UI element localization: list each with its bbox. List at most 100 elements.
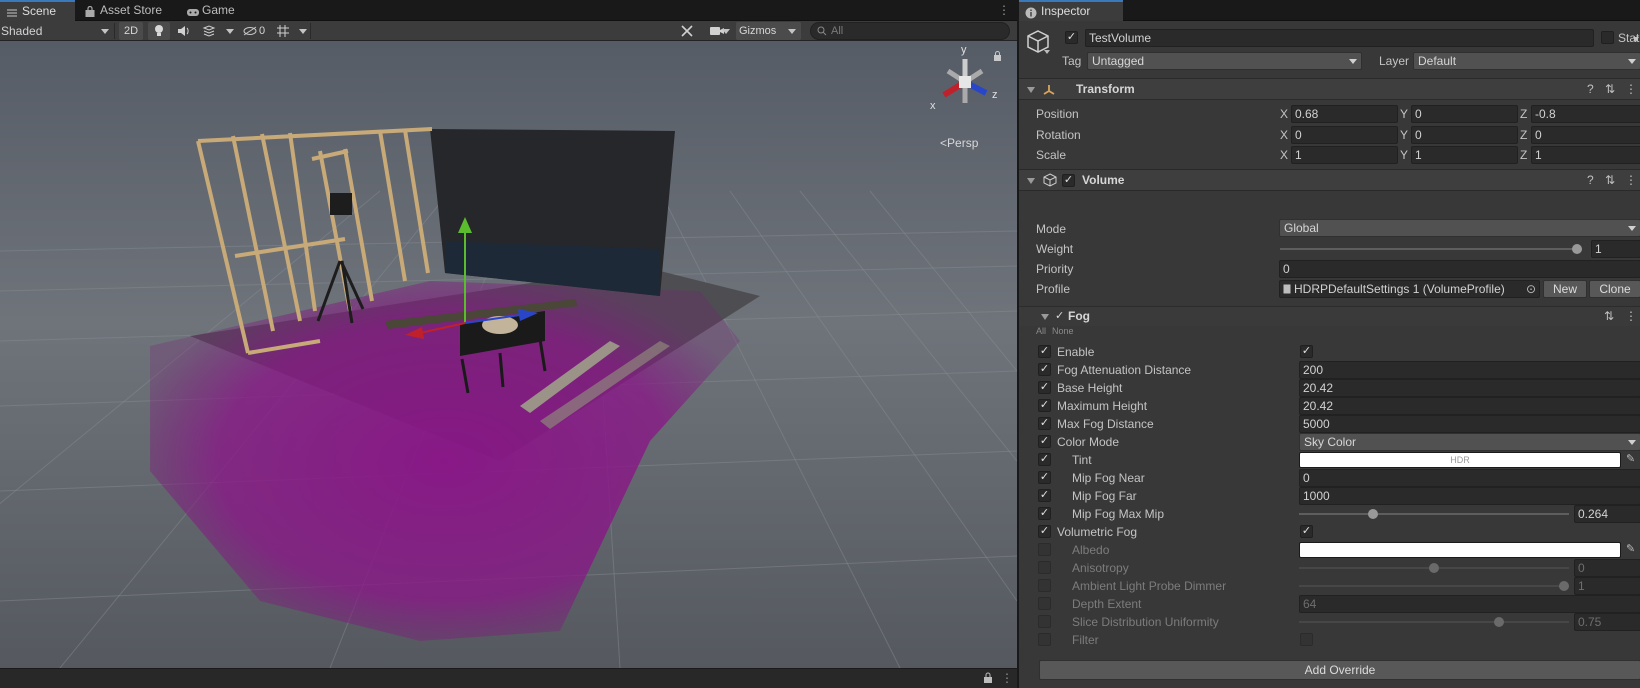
axis-y-label[interactable]: Y (1400, 148, 1408, 162)
axis-x-label[interactable]: X (1280, 107, 1288, 121)
shading-mode-dropdown[interactable]: Shaded (1, 21, 111, 41)
static-dropdown-chevron-icon[interactable] (1633, 37, 1639, 42)
max-fog-distance-input[interactable]: 5000 (1299, 415, 1640, 433)
weight-slider-track[interactable] (1280, 248, 1582, 250)
eyedropper-icon[interactable]: ✎ (1626, 452, 1635, 465)
override-checkbox-base-height[interactable]: ✓ (1038, 381, 1051, 394)
audio-toggle-button[interactable] (173, 22, 195, 40)
layer-dropdown[interactable]: Default (1413, 52, 1640, 70)
help-icon[interactable]: ? (1587, 82, 1594, 96)
footer-lock-icon[interactable] (983, 672, 993, 686)
weight-slider-thumb[interactable] (1572, 244, 1582, 254)
effects-toggle-button[interactable] (198, 22, 220, 40)
mip-fog-max-mip-slider-track[interactable] (1299, 513, 1569, 515)
effects-dropdown-chevron-icon[interactable] (226, 29, 234, 34)
presets-sliders-icon[interactable]: ⇅ (1605, 173, 1615, 187)
override-checkbox-albedo[interactable] (1038, 543, 1051, 556)
tools-button[interactable] (676, 22, 698, 40)
override-checkbox-anisotropy[interactable] (1038, 561, 1051, 574)
foldout-arrow-icon[interactable] (1041, 314, 1049, 320)
priority-input[interactable]: 0 (1279, 260, 1640, 278)
slice-distribution-uniformity-slider-thumb[interactable] (1494, 617, 1504, 627)
component-kebab-menu-icon[interactable]: ⋮ (1625, 82, 1637, 96)
static-checkbox[interactable] (1601, 31, 1614, 44)
scene-viewport[interactable]: y x z <Persp (0, 41, 1017, 668)
override-checkbox-ambient-light-probe-dimmer[interactable] (1038, 579, 1051, 592)
mip-fog-near-input[interactable]: 0 (1299, 469, 1640, 487)
profile-object-field[interactable]: HDRPDefaultSettings 1 (VolumeProfile) ⊙ (1279, 280, 1540, 298)
gizmos-dropdown[interactable]: Gizmos (736, 22, 801, 40)
override-checkbox-fog-attenuation-distance[interactable]: ✓ (1038, 363, 1051, 376)
component-kebab-menu-icon[interactable]: ⋮ (1625, 173, 1637, 187)
fog-kebab-menu-icon[interactable]: ⋮ (1625, 309, 1637, 323)
override-checkbox-mip-fog-near[interactable]: ✓ (1038, 471, 1051, 484)
override-checkbox-slice-distribution-uniformity[interactable] (1038, 615, 1051, 628)
fog-presets-icon[interactable]: ⇅ (1604, 309, 1614, 323)
slice-distribution-uniformity-value-field[interactable]: 0.75 (1574, 613, 1640, 631)
rotation-z-input[interactable]: 0 (1531, 126, 1640, 144)
position-z-input[interactable]: -0.8 (1531, 105, 1640, 123)
add-override-button[interactable]: Add Override (1039, 660, 1640, 680)
eyedropper-icon[interactable]: ✎ (1626, 542, 1635, 555)
maximum-height-input[interactable]: 20.42 (1299, 397, 1640, 415)
scene-render[interactable] (0, 41, 1017, 668)
projection-toggle[interactable]: <Persp (940, 136, 978, 150)
2d-toggle-button[interactable]: 2D (119, 22, 143, 40)
gameobject-name-input[interactable]: TestVolume (1085, 29, 1594, 47)
override-none-link[interactable]: None (1052, 326, 1074, 336)
axis-z-label[interactable]: Z (1520, 128, 1527, 142)
volume-enabled-checkbox[interactable]: ✓ (1062, 174, 1075, 187)
footer-kebab-menu-icon[interactable]: ⋮ (1001, 671, 1013, 685)
gizmo-lock-icon[interactable] (993, 51, 1002, 61)
anisotropy-slider-thumb[interactable] (1429, 563, 1439, 573)
enable-value-checkbox[interactable]: ✓ (1300, 345, 1313, 358)
hidden-objects-toggle[interactable]: 0 (241, 22, 269, 40)
override-checkbox-mip-fog-far[interactable]: ✓ (1038, 489, 1051, 502)
fog-override-header[interactable]: ✓ Fog ⇅ ⋮ (1019, 306, 1640, 326)
mip-fog-max-mip-value-field[interactable]: 0.264 (1574, 505, 1640, 523)
override-checkbox-filter[interactable] (1038, 633, 1051, 646)
color-mode-dropdown[interactable]: Sky Color (1299, 433, 1640, 451)
gameobject-active-checkbox[interactable]: ✓ (1065, 31, 1078, 44)
ambient-light-probe-dimmer-value-field[interactable]: 1 (1574, 577, 1640, 595)
transform-component-header[interactable]: Transform ? ⇅ ⋮ (1019, 78, 1640, 100)
axis-y-label[interactable]: Y (1400, 107, 1408, 121)
override-all-link[interactable]: All (1036, 326, 1046, 336)
base-height-input[interactable]: 20.42 (1299, 379, 1640, 397)
override-checkbox-maximum-height[interactable]: ✓ (1038, 399, 1051, 412)
override-checkbox-tint[interactable]: ✓ (1038, 453, 1051, 466)
anisotropy-value-field[interactable]: 0 (1574, 559, 1640, 577)
albedo-color-field[interactable] (1299, 542, 1621, 558)
help-icon[interactable]: ? (1587, 173, 1594, 187)
tab-game[interactable]: Game (180, 0, 250, 21)
scene-kebab-menu-icon[interactable]: ⋮ (998, 4, 1010, 16)
override-checkbox-max-fog-distance[interactable]: ✓ (1038, 417, 1051, 430)
axis-x-label[interactable]: X (1280, 128, 1288, 142)
scale-z-input[interactable]: 1 (1531, 146, 1640, 164)
tab-asset-store[interactable]: Asset Store (78, 0, 176, 21)
ambient-light-probe-dimmer-slider-thumb[interactable] (1559, 581, 1569, 591)
scale-y-input[interactable]: 1 (1411, 146, 1518, 164)
tag-dropdown[interactable]: Untagged (1087, 52, 1362, 70)
tint-color-field[interactable]: HDR (1299, 452, 1621, 468)
mip-fog-far-input[interactable]: 1000 (1299, 487, 1640, 505)
grid-dropdown-chevron-icon[interactable] (299, 29, 307, 34)
rotation-y-input[interactable]: 0 (1411, 126, 1518, 144)
lighting-toggle-button[interactable] (148, 22, 170, 40)
filter-value-checkbox[interactable] (1300, 633, 1313, 646)
ambient-light-probe-dimmer-slider-track[interactable] (1299, 585, 1569, 587)
override-checkbox-enable[interactable]: ✓ (1038, 345, 1051, 358)
axis-x-label[interactable]: X (1280, 148, 1288, 162)
foldout-arrow-icon[interactable] (1027, 178, 1035, 184)
volume-component-header[interactable]: ✓ Volume ? ⇅ ⋮ (1019, 169, 1640, 191)
grid-toggle-button[interactable] (272, 22, 294, 40)
new-profile-button[interactable]: New (1543, 280, 1587, 298)
weight-value-field[interactable]: 1 (1591, 240, 1640, 258)
override-checkbox-color-mode[interactable]: ✓ (1038, 435, 1051, 448)
fog-attenuation-distance-input[interactable]: 200 (1299, 361, 1640, 379)
scene-search-input[interactable]: All (810, 22, 1010, 40)
camera-settings-button[interactable] (702, 22, 732, 40)
slice-distribution-uniformity-slider-track[interactable] (1299, 621, 1569, 623)
axis-z-label[interactable]: Z (1520, 107, 1527, 121)
foldout-arrow-icon[interactable] (1027, 87, 1035, 93)
